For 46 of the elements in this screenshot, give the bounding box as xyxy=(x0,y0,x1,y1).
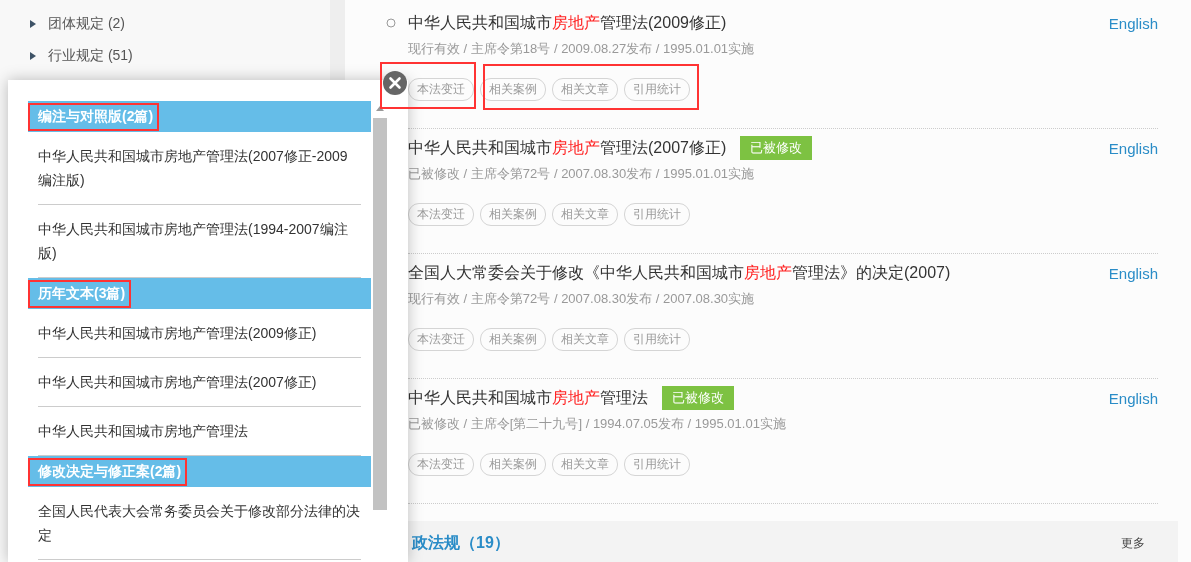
category-link[interactable]: 团体规定 (2) xyxy=(48,15,125,33)
tag-button[interactable]: 相关文章 xyxy=(552,203,618,226)
tag-button[interactable]: 本法变迁 xyxy=(408,328,474,351)
law-title-link[interactable]: 中华人民共和国城市房地产管理法(2009修正) xyxy=(408,12,727,34)
tag-button[interactable]: 相关案例 xyxy=(480,78,546,101)
english-link[interactable]: English xyxy=(1108,139,1158,157)
law-meta-text: 已被修改 / 主席令第72号 / 2007.08.30发布 / 1995.01.01实施 xyxy=(408,165,756,183)
status-badge: 已被修改 xyxy=(662,386,734,410)
law-meta-text: 现行有效 / 主席令第18号 / 2009.08.27发布 / 1995.01.01实施 xyxy=(408,40,756,58)
close-icon[interactable] xyxy=(383,71,407,95)
tag-button[interactable]: 本法变迁 xyxy=(408,453,474,476)
law-meta-text: 现行有效 / 主席令第72号 / 2007.08.30发布 / 2007.08.30实施 xyxy=(408,290,756,308)
tag-button[interactable]: 相关文章 xyxy=(552,328,618,351)
tag-button[interactable]: 引用统计 xyxy=(624,328,690,351)
tag-button[interactable]: 相关案例 xyxy=(480,453,546,476)
english-link[interactable]: English xyxy=(1108,14,1158,32)
law-title-link[interactable]: 中华人民共和国城市房地产管理法 xyxy=(408,387,648,409)
scroll-up-icon[interactable] xyxy=(376,106,384,111)
section-title: 历年文本(3篇) xyxy=(28,279,132,308)
tag-button[interactable]: 引用统计 xyxy=(624,78,690,101)
law-title-link[interactable]: 中华人民共和国城市房地产管理法(2007修正) xyxy=(408,137,727,159)
tag-button[interactable]: 相关案例 xyxy=(480,203,546,226)
section-title: 政法规（19） xyxy=(412,533,510,553)
tag-button[interactable]: 本法变迁 xyxy=(408,203,474,226)
english-link[interactable]: English xyxy=(1108,389,1158,407)
tag-button[interactable]: 本法变迁 xyxy=(408,78,474,101)
category-link[interactable]: 行业规定 (51) xyxy=(48,47,133,65)
expand-arrow-icon[interactable] xyxy=(30,52,36,60)
bullet-icon xyxy=(386,18,396,28)
version-link[interactable]: 中华人民共和国城市房地产管理法(2007修正) xyxy=(38,358,361,407)
tag-button[interactable]: 相关文章 xyxy=(552,453,618,476)
expand-arrow-icon[interactable] xyxy=(30,20,36,28)
status-badge: 已被修改 xyxy=(740,136,813,160)
tag-button[interactable]: 相关文章 xyxy=(552,78,618,101)
law-title-link[interactable]: 全国人大常委会关于修改《中华人民共和国城市房地产管理法》的决定(2007) xyxy=(408,262,951,284)
law-meta-text: 已被修改 / 主席令[第二十九号] / 1994.07.05发布 / 1995.01.01实施 xyxy=(408,415,787,433)
tag-button[interactable]: 引用统计 xyxy=(624,203,690,226)
section-title: 修改决定与修正案(2篇) xyxy=(28,457,188,486)
version-link[interactable]: 中华人民共和国城市房地产管理法(2007修正-2009编注版) xyxy=(38,132,361,205)
version-link[interactable]: 中华人民共和国城市房地产管理法(2009修正) xyxy=(38,309,361,358)
more-link[interactable]: 更多 xyxy=(1121,535,1145,552)
tag-button[interactable]: 引用统计 xyxy=(624,453,690,476)
english-link[interactable]: English xyxy=(1108,264,1158,282)
section-title: 编注与对照版(2篇) xyxy=(28,102,160,131)
tag-button[interactable]: 相关案例 xyxy=(480,328,546,351)
version-link[interactable]: 全国人民代表大会常务委员会关于修改部分法律的决定 xyxy=(38,487,361,560)
